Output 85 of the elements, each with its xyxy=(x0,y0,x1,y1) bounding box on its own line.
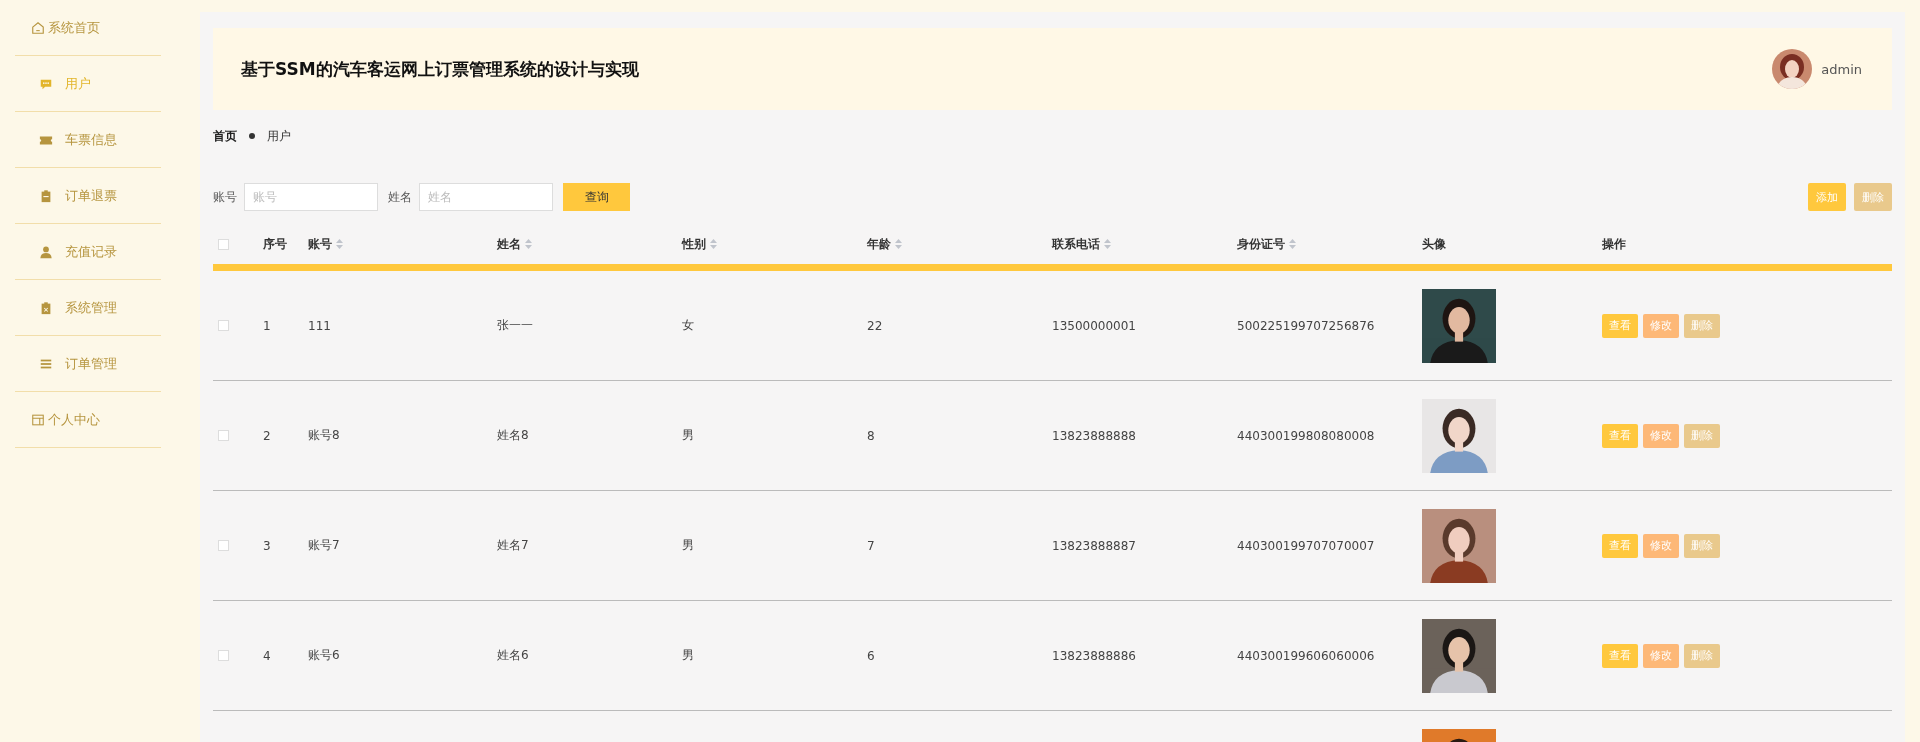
row-checkbox[interactable] xyxy=(218,430,229,441)
table-cell-text: 账号6 xyxy=(308,647,341,664)
view-button[interactable]: 查看 xyxy=(1602,533,1638,558)
sidebar-item[interactable]: 系统首页 xyxy=(15,0,161,56)
edit-button[interactable]: 修改 xyxy=(1643,423,1679,448)
field-label: 姓名 xyxy=(388,188,412,206)
view-button[interactable]: 查看 xyxy=(1602,313,1638,338)
search-button[interactable]: 查询 xyxy=(563,183,630,211)
table-cell-text: 男 xyxy=(682,537,695,554)
row-checkbox[interactable] xyxy=(218,320,229,331)
input-field[interactable]: 账号 xyxy=(244,183,378,211)
column-header: 操作 xyxy=(1602,235,1626,253)
sidebar-item[interactable]: 个人中心 xyxy=(15,392,161,448)
table-cell-text: 440300199808080008 xyxy=(1237,428,1376,443)
table-cell-text: 440300199606060006 xyxy=(1237,648,1376,663)
table-cell-text: 13823888887 xyxy=(1052,538,1137,553)
table-cell-text: 6 xyxy=(867,648,876,663)
delete-button[interactable]: 删除 xyxy=(1854,183,1892,211)
home-icon xyxy=(31,20,45,35)
breadcrumb-separator xyxy=(249,133,255,139)
sort-icon[interactable] xyxy=(1289,239,1296,249)
column-header[interactable]: 身份证号 xyxy=(1237,235,1285,253)
username[interactable]: admin xyxy=(1821,61,1862,77)
table-cell-text: 姓名6 xyxy=(497,647,530,664)
table-cell-text: 440300199707070007 xyxy=(1237,538,1376,553)
table-cell-text: 13823888886 xyxy=(1052,648,1137,663)
table-cell-text: 3 xyxy=(263,538,272,553)
select-all-checkbox[interactable] xyxy=(218,238,229,250)
field-label: 账号 xyxy=(213,188,237,206)
table-cell-text: 张一一 xyxy=(497,317,534,334)
breadcrumb-item[interactable]: 首页 xyxy=(213,127,237,145)
table-cell-text: 2 xyxy=(263,428,272,443)
edit-button[interactable]: 修改 xyxy=(1643,533,1679,558)
input-field[interactable]: 姓名 xyxy=(419,183,553,211)
clipboard-icon xyxy=(39,188,53,203)
table-cell-text: 500225199707256876 xyxy=(1237,318,1376,333)
window-icon xyxy=(31,412,45,427)
delete-button[interactable]: 删除 xyxy=(1684,643,1720,668)
view-button[interactable]: 查看 xyxy=(1602,643,1638,668)
column-header[interactable]: 姓名 xyxy=(497,235,521,253)
add-button[interactable]: 添加 xyxy=(1808,183,1846,211)
table-cell-text: 账号8 xyxy=(308,427,341,444)
delete-button[interactable]: 删除 xyxy=(1684,423,1720,448)
delete-button[interactable]: 删除 xyxy=(1684,313,1720,338)
table-cell-text: 姓名8 xyxy=(497,427,530,444)
table-cell-text: 13500000001 xyxy=(1052,318,1137,333)
sort-icon[interactable] xyxy=(895,239,902,249)
sidebar-item[interactable]: 订单退票 xyxy=(15,168,161,224)
delete-button[interactable]: 删除 xyxy=(1684,533,1720,558)
column-header: 序号 xyxy=(263,235,287,253)
table-cell-text: 8 xyxy=(867,428,876,443)
column-header[interactable]: 联系电话 xyxy=(1052,235,1100,253)
table-cell-text: 13823888888 xyxy=(1052,428,1137,443)
sidebar-item[interactable]: 车票信息 xyxy=(15,112,161,168)
table-cell-text: 账号7 xyxy=(308,537,341,554)
row-checkbox[interactable] xyxy=(218,650,229,661)
breadcrumb-item: 用户 xyxy=(267,127,291,145)
sidebar-item[interactable]: 用户 xyxy=(15,56,161,112)
table-cell-text: 姓名7 xyxy=(497,537,530,554)
row-checkbox[interactable] xyxy=(218,540,229,551)
sort-icon[interactable] xyxy=(710,239,717,249)
sort-icon[interactable] xyxy=(1104,239,1111,249)
column-header[interactable]: 性别 xyxy=(682,235,706,253)
sidebar-item[interactable]: 系统管理 xyxy=(15,280,161,336)
table-cell-text: 男 xyxy=(682,427,695,444)
user-icon xyxy=(39,244,53,259)
table-cell-text: 女 xyxy=(682,317,695,334)
clipboard-icon xyxy=(39,300,53,315)
sort-icon[interactable] xyxy=(336,239,343,249)
edit-button[interactable]: 修改 xyxy=(1643,643,1679,668)
edit-button[interactable]: 修改 xyxy=(1643,313,1679,338)
sidebar-item[interactable]: 充值记录 xyxy=(15,224,161,280)
table-cell-text: 1 xyxy=(263,318,272,333)
table-cell-text: 4 xyxy=(263,648,272,663)
sidebar-item[interactable]: 订单管理 xyxy=(15,336,161,392)
page-title: 基于SSM的汽车客运网上订票管理系统的设计与实现 xyxy=(241,57,639,81)
column-header[interactable]: 账号 xyxy=(308,235,332,253)
view-button[interactable]: 查看 xyxy=(1602,423,1638,448)
sort-icon[interactable] xyxy=(525,239,532,249)
table-cell-text: 111 xyxy=(308,318,332,333)
column-header: 头像 xyxy=(1422,235,1446,253)
table-cell-text: 22 xyxy=(867,318,884,333)
column-header[interactable]: 年龄 xyxy=(867,235,891,253)
table-cell-text: 7 xyxy=(867,538,876,553)
table-cell-text: 男 xyxy=(682,647,695,664)
